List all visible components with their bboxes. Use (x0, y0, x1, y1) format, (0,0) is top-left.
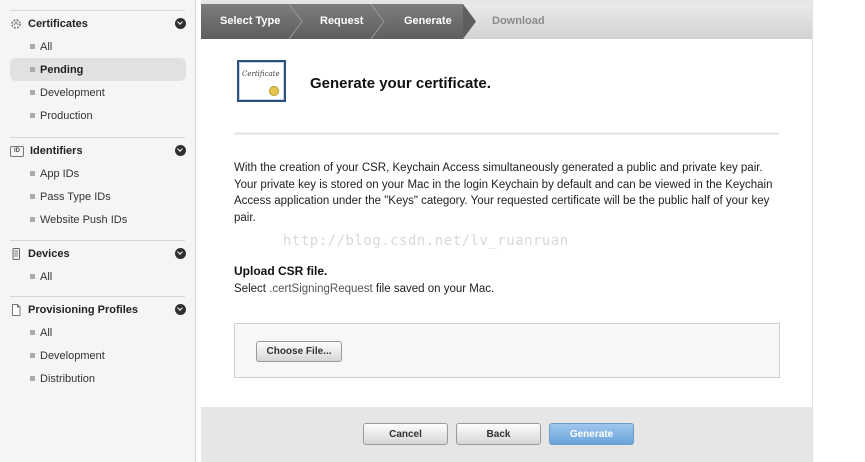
bullet-icon (30, 217, 35, 222)
step-progress-bar: Select Type Request Generate Download (201, 4, 812, 39)
sidebar-item-label: All (40, 40, 53, 53)
sidebar-section-identifiers: ID Identifiers App IDs Pass Type IDs Web… (0, 140, 196, 231)
right-margin (812, 0, 865, 462)
bullet-icon (30, 67, 35, 72)
chevron-down-icon[interactable] (175, 18, 186, 29)
sidebar-header-certificates[interactable]: Certificates (0, 13, 196, 35)
bullet-icon (30, 44, 35, 49)
sidebar-section-title: Devices (28, 248, 70, 260)
back-button[interactable]: Back (456, 423, 541, 445)
sidebar-item-profiles-all[interactable]: All (10, 321, 186, 344)
step-request: Request (320, 15, 364, 27)
step-select-type: Select Type (220, 15, 281, 27)
chevron-down-icon[interactable] (175, 248, 186, 259)
sidebar-item-certificates-development[interactable]: Development (10, 81, 186, 104)
sidebar-divider (10, 137, 185, 138)
bullet-icon (30, 376, 35, 381)
bullet-icon (30, 90, 35, 95)
page-title: Generate your certificate. (310, 75, 491, 92)
instructions-paragraph: With the creation of your CSR, Keychain … (234, 162, 773, 224)
upload-desc-extension: .certSigningRequest (269, 283, 373, 295)
sidebar-section-devices: Devices All (0, 243, 196, 288)
sidebar: Certificates All Pending Development Pro… (0, 0, 196, 462)
upload-desc-prefix: Select (234, 283, 270, 295)
seal-icon (269, 86, 279, 96)
footer-bar: Cancel Back Generate (201, 407, 812, 462)
divider (234, 132, 779, 135)
cancel-button[interactable]: Cancel (363, 423, 448, 445)
sidebar-header-provisioning-profiles[interactable]: Provisioning Profiles (0, 299, 196, 321)
step-download: Download (492, 15, 545, 27)
bullet-icon (30, 330, 35, 335)
generate-button[interactable]: Generate (549, 423, 634, 445)
certificate-icon: Certificate (237, 60, 286, 102)
sidebar-divider (10, 240, 185, 241)
sidebar-section-certificates: Certificates All Pending Development Pro… (0, 13, 196, 127)
device-icon (10, 248, 22, 260)
sidebar-item-label: Development (40, 86, 105, 99)
sidebar-item-label: Development (40, 349, 105, 362)
sidebar-item-label: Pending (40, 63, 84, 76)
sidebar-divider (10, 296, 185, 297)
sidebar-section-provisioning-profiles: Provisioning Profiles All Development Di… (0, 299, 196, 390)
sidebar-item-label: All (40, 326, 53, 339)
sidebar-item-pass-type-ids[interactable]: Pass Type IDs (10, 185, 186, 208)
bullet-icon (30, 274, 35, 279)
certificate-icon-text: Certificate (242, 70, 280, 78)
sidebar-section-title: Identifiers (30, 145, 83, 157)
certificate-gear-icon (10, 18, 22, 30)
upload-box: Choose File... (234, 323, 780, 378)
document-icon (10, 304, 22, 316)
choose-file-button[interactable]: Choose File... (256, 341, 342, 362)
sidebar-item-label: All (40, 270, 53, 283)
bullet-icon (30, 171, 35, 176)
chevron-down-icon[interactable] (175, 145, 186, 156)
sidebar-item-app-ids[interactable]: App IDs (10, 162, 186, 185)
upload-title: Upload CSR file. (234, 264, 328, 278)
sidebar-item-label: Distribution (40, 372, 96, 385)
sidebar-item-certificates-production[interactable]: Production (10, 104, 186, 127)
upload-desc-suffix: file saved on your Mac. (372, 283, 495, 295)
sidebar-item-profiles-development[interactable]: Development (10, 344, 186, 367)
bullet-icon (30, 194, 35, 199)
sidebar-section-title: Certificates (28, 18, 88, 30)
sidebar-item-certificates-all[interactable]: All (10, 35, 186, 58)
upload-description: Select .certSigningRequest file saved on… (234, 283, 494, 295)
sidebar-item-profiles-distribution[interactable]: Distribution (10, 367, 186, 390)
sidebar-item-label: Website Push IDs (40, 213, 128, 226)
sidebar-item-label: Pass Type IDs (40, 190, 111, 203)
id-icon: ID (10, 145, 24, 157)
bullet-icon (30, 113, 35, 118)
bullet-icon (30, 353, 35, 358)
sidebar-section-title: Provisioning Profiles (28, 304, 139, 316)
sidebar-item-website-push-ids[interactable]: Website Push IDs (10, 208, 186, 231)
sidebar-item-certificates-pending[interactable]: Pending (10, 58, 186, 81)
sidebar-header-devices[interactable]: Devices (0, 243, 196, 265)
chevron-down-icon[interactable] (175, 304, 186, 315)
watermark: http://blog.csdn.net/lv_ruanruan (283, 233, 569, 249)
sidebar-item-devices-all[interactable]: All (10, 265, 186, 288)
step-generate: Generate (404, 15, 452, 27)
sidebar-header-identifiers[interactable]: ID Identifiers (0, 140, 196, 162)
sidebar-divider (10, 10, 185, 11)
sidebar-item-label: Production (40, 109, 93, 122)
sidebar-item-label: App IDs (40, 167, 80, 180)
